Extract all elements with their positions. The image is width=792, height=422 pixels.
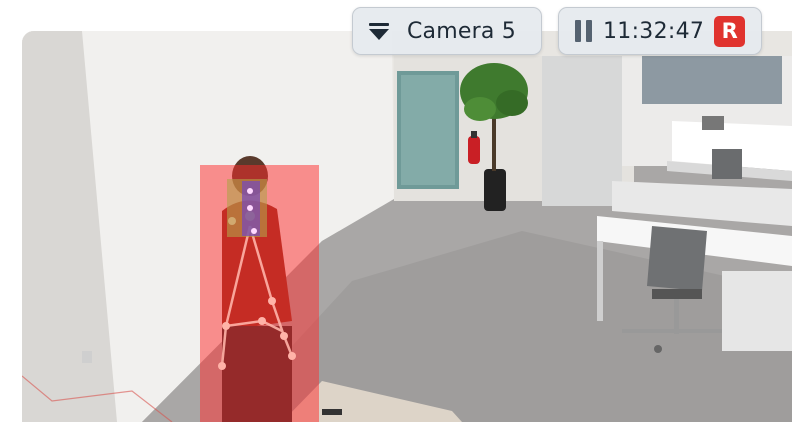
camera-frame-image: [22, 31, 792, 422]
recording-badge: R: [714, 15, 746, 47]
camera-viewer: Camera 5 11:32:47 R: [0, 0, 792, 422]
playback-status-bar: 11:32:47 R: [558, 7, 762, 55]
pause-icon[interactable]: [575, 20, 592, 42]
camera-feed-view[interactable]: [22, 31, 792, 422]
timestamp-label: 11:32:47: [603, 18, 705, 44]
camera-selector-dropdown[interactable]: Camera 5: [352, 7, 542, 55]
camera-name-label: Camera 5: [407, 18, 516, 44]
dropdown-menu-icon: [369, 23, 389, 40]
